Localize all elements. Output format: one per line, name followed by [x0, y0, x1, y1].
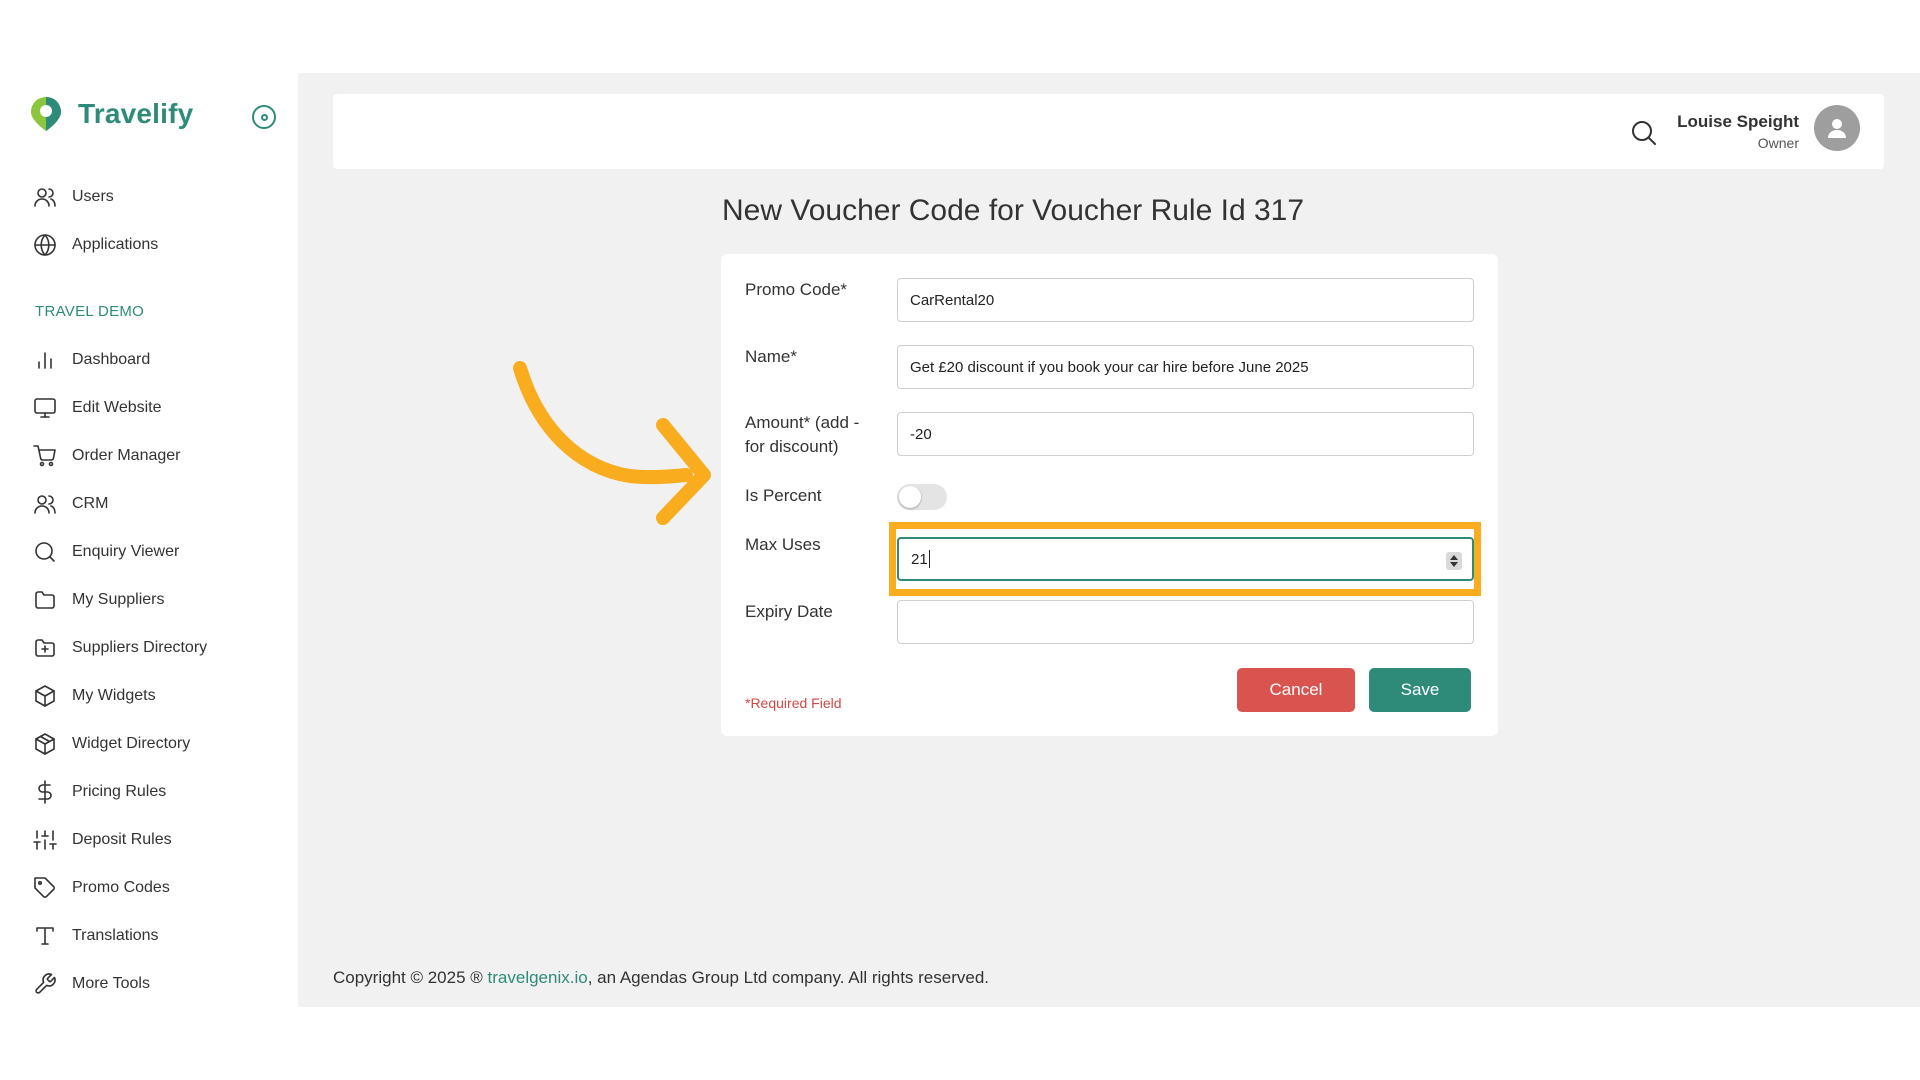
- expiry-date-label: Expiry Date: [745, 602, 833, 621]
- logo[interactable]: Travelify: [29, 95, 193, 133]
- box-icon: [35, 685, 55, 707]
- type-icon: [36, 927, 54, 945]
- sidebar-item-deposit-rules[interactable]: Deposit Rules: [33, 825, 172, 855]
- promo-code-label: Promo Code*: [745, 280, 848, 299]
- sidebar: Travelify Users Applications TRAVEL DEMO…: [0, 73, 298, 1007]
- amount-input[interactable]: -20: [897, 412, 1474, 456]
- sidebar-item-enquiry-viewer[interactable]: Enquiry Viewer: [33, 537, 179, 567]
- sidebar-item-more-tools[interactable]: More Tools: [33, 969, 150, 999]
- sidebar-item-label: Users: [72, 188, 114, 205]
- page-title: New Voucher Code for Voucher Rule Id 317: [722, 194, 1305, 227]
- sidebar-item-label: Order Manager: [72, 447, 181, 464]
- wrench-icon: [35, 973, 56, 994]
- bar-chart-icon: [38, 352, 52, 369]
- save-button[interactable]: Save: [1369, 668, 1471, 712]
- sidebar-item-my-widgets[interactable]: My Widgets: [33, 681, 156, 711]
- footer: Copyright © 2025 ® travelgenix.io, an Ag…: [333, 968, 989, 988]
- name-label: Name*: [745, 347, 797, 366]
- sidebar-item-crm[interactable]: CRM: [33, 489, 108, 519]
- sidebar-item-promo-codes[interactable]: Promo Codes: [33, 873, 170, 903]
- user-role: Owner: [1757, 135, 1799, 151]
- footer-suffix: , an Agendas Group Ltd company. All righ…: [587, 968, 990, 987]
- sidebar-item-label: Promo Codes: [72, 879, 170, 896]
- collapse-sidebar-button[interactable]: [252, 105, 276, 129]
- expiry-date-input[interactable]: [897, 600, 1474, 644]
- sidebar-item-label: Deposit Rules: [72, 831, 172, 848]
- search-icon: [1632, 121, 1656, 145]
- tag-icon: [34, 877, 55, 898]
- is-percent-label: Is Percent: [745, 486, 822, 505]
- sidebar-item-label: Enquiry Viewer: [72, 543, 180, 560]
- sidebar-item-applications[interactable]: Applications: [33, 230, 158, 260]
- dollar-icon: [38, 780, 52, 804]
- sidebar-item-label: Dashboard: [72, 351, 151, 368]
- sidebar-item-label: More Tools: [72, 975, 150, 992]
- boxes-icon: [35, 733, 55, 755]
- sidebar-item-label: My Widgets: [72, 687, 156, 704]
- sidebar-item-edit-website[interactable]: Edit Website: [33, 393, 162, 423]
- section-title: TRAVEL DEMO: [35, 303, 145, 320]
- max-uses-value: 21: [911, 550, 928, 568]
- text-cursor: [928, 550, 930, 568]
- sidebar-item-label: Translations: [72, 927, 159, 944]
- amount-label: Amount* (add - for discount): [745, 413, 860, 456]
- sidebar-item-dashboard[interactable]: Dashboard: [33, 345, 150, 375]
- sidebar-item-my-suppliers[interactable]: My Suppliers: [33, 585, 164, 615]
- sidebar-item-label: Edit Website: [72, 399, 162, 416]
- top-bar: Louise Speight Owner: [333, 94, 1884, 169]
- search-icon: [35, 542, 55, 562]
- user-icon: [1828, 119, 1846, 138]
- cart-icon: [33, 445, 56, 467]
- sidebar-item-users[interactable]: Users: [33, 182, 114, 212]
- main-content: Louise Speight Owner New Voucher Code fo…: [298, 73, 1920, 1007]
- users-icon: [34, 495, 56, 514]
- sidebar-item-widget-directory[interactable]: Widget Directory: [33, 729, 190, 759]
- brand-name: Travelify: [78, 98, 194, 129]
- max-uses-input[interactable]: 21: [897, 537, 1474, 581]
- logo-pin-icon: [31, 97, 61, 131]
- avatar[interactable]: [1814, 105, 1860, 151]
- footer-link[interactable]: travelgenix.io: [488, 968, 588, 987]
- sliders-icon: [33, 830, 57, 850]
- sidebar-item-label: Applications: [72, 236, 159, 253]
- folder-plus-icon: [35, 639, 55, 657]
- promo-code-input[interactable]: CarRental20: [897, 278, 1474, 322]
- number-spinner[interactable]: [1446, 552, 1462, 570]
- sidebar-item-pricing-rules[interactable]: Pricing Rules: [33, 777, 166, 807]
- toggle-knob: [899, 486, 921, 508]
- is-percent-toggle[interactable]: [897, 484, 947, 510]
- target-icon: [260, 113, 268, 121]
- sidebar-item-label: My Suppliers: [72, 591, 165, 608]
- voucher-form: Promo Code* CarRental20 Name* Get £20 di…: [721, 254, 1498, 736]
- sidebar-item-label: Pricing Rules: [72, 783, 167, 800]
- search-button[interactable]: [1630, 119, 1658, 147]
- monitor-icon: [34, 398, 56, 418]
- required-field-note: *Required Field: [745, 695, 842, 711]
- sidebar-item-label: CRM: [72, 495, 109, 512]
- sidebar-item-label: Suppliers Directory: [72, 639, 208, 656]
- users-icon: [34, 188, 56, 207]
- user-name: Louise Speight: [1677, 112, 1799, 131]
- sidebar-item-order-manager[interactable]: Order Manager: [33, 441, 181, 471]
- footer-prefix: Copyright © 2025 ®: [333, 968, 488, 987]
- cancel-button[interactable]: Cancel: [1237, 668, 1355, 712]
- name-input[interactable]: Get £20 discount if you book your car hi…: [897, 345, 1474, 389]
- sidebar-item-label: Widget Directory: [72, 735, 191, 752]
- globe-icon: [34, 234, 56, 256]
- max-uses-label: Max Uses: [745, 535, 821, 554]
- folder-icon: [35, 591, 55, 609]
- app: Travelify Users Applications TRAVEL DEMO…: [0, 73, 1920, 1007]
- sidebar-item-suppliers-directory[interactable]: Suppliers Directory: [33, 633, 207, 663]
- sidebar-item-translations[interactable]: Translations: [33, 921, 159, 951]
